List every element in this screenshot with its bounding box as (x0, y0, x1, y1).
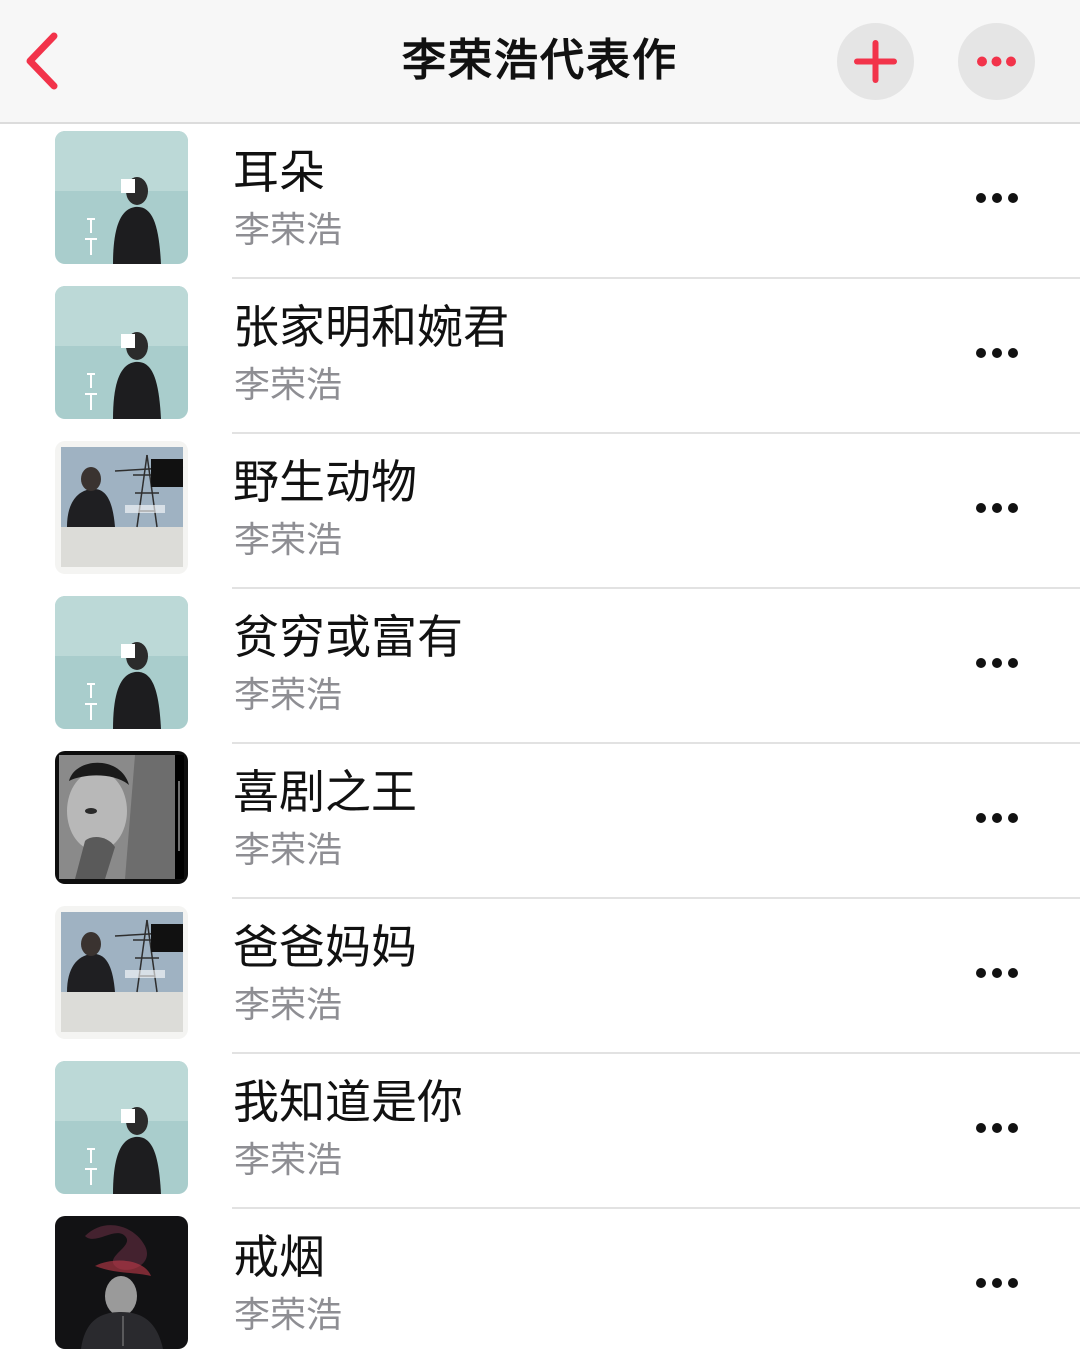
page-title: 李荣浩代表作 (402, 35, 678, 86)
song-title: 张家明和婉君 (233, 300, 509, 354)
ellipsis-icon (976, 1278, 1018, 1288)
album-artwork-image (55, 1216, 188, 1349)
song-row[interactable]: 喜剧之王 李荣浩 (0, 744, 1080, 899)
nav-header: 李荣浩代表作 (0, 0, 1080, 124)
song-artist: 李荣浩 (234, 520, 343, 561)
song-more-button[interactable] (962, 796, 1032, 840)
album-artwork-image (55, 906, 188, 1039)
song-row[interactable]: 戒烟 李荣浩 (0, 1209, 1080, 1360)
song-row[interactable]: 我知道是你 李荣浩 (0, 1054, 1080, 1209)
bw-portrait-album-art (55, 751, 188, 884)
song-row[interactable]: 爸爸妈妈 李荣浩 (0, 899, 1080, 1054)
song-row[interactable]: 贫穷或富有 李荣浩 (0, 589, 1080, 744)
dark-smoke-album-art (55, 1216, 188, 1349)
song-title: 耳朵 (233, 145, 325, 199)
add-button[interactable] (837, 23, 914, 100)
song-more-button[interactable] (962, 641, 1032, 685)
song-artist: 李荣浩 (234, 830, 343, 871)
album-artwork-image (55, 441, 188, 574)
song-more-button[interactable] (962, 951, 1032, 995)
song-more-button[interactable] (962, 1106, 1032, 1150)
song-artist: 李荣浩 (234, 675, 343, 716)
pylon-album-art (55, 906, 188, 1039)
song-more-button[interactable] (962, 331, 1032, 375)
ellipsis-icon (976, 348, 1018, 358)
ear-album-art (55, 1061, 188, 1194)
song-row[interactable]: 野生动物 李荣浩 (0, 434, 1080, 589)
song-row[interactable]: 张家明和婉君 李荣浩 (0, 279, 1080, 434)
ellipsis-icon (976, 1123, 1018, 1133)
chevron-left-icon (26, 32, 58, 90)
more-options-button[interactable] (958, 23, 1035, 100)
song-artist: 李荣浩 (234, 985, 343, 1026)
pylon-album-art (55, 441, 188, 574)
song-title: 野生动物 (233, 455, 417, 509)
song-title: 我知道是你 (233, 1075, 463, 1129)
song-artist: 李荣浩 (234, 210, 343, 251)
album-artwork-image (55, 751, 188, 884)
song-title: 戒烟 (233, 1230, 325, 1284)
song-row[interactable]: 耳朵 李荣浩 (0, 124, 1080, 279)
ear-album-art (55, 131, 188, 264)
album-artwork-image (55, 286, 188, 419)
ear-album-art (55, 286, 188, 419)
ellipsis-icon (976, 813, 1018, 823)
album-artwork-image (55, 596, 188, 729)
ellipsis-icon (976, 658, 1018, 668)
ear-album-art (55, 596, 188, 729)
song-title: 喜剧之王 (233, 765, 417, 819)
ellipsis-icon (976, 503, 1018, 513)
ellipsis-icon (976, 193, 1018, 203)
song-more-button[interactable] (962, 486, 1032, 530)
song-title: 贫穷或富有 (233, 610, 463, 664)
song-more-button[interactable] (962, 176, 1032, 220)
song-artist: 李荣浩 (234, 365, 343, 406)
song-artist: 李荣浩 (234, 1140, 343, 1181)
plus-icon (854, 40, 897, 83)
ellipsis-icon (976, 968, 1018, 978)
song-artist: 李荣浩 (234, 1295, 343, 1336)
song-more-button[interactable] (962, 1261, 1032, 1305)
ellipsis-icon (977, 56, 1016, 67)
album-artwork-image (55, 1061, 188, 1194)
back-button[interactable] (14, 24, 74, 98)
playlist-screen: 李荣浩代表作 耳朵 李荣浩 张家明和婉君 李荣浩 野生动物 李荣浩 贫穷或富有 … (0, 0, 1080, 1360)
album-artwork-image (55, 131, 188, 264)
song-title: 爸爸妈妈 (233, 920, 417, 974)
